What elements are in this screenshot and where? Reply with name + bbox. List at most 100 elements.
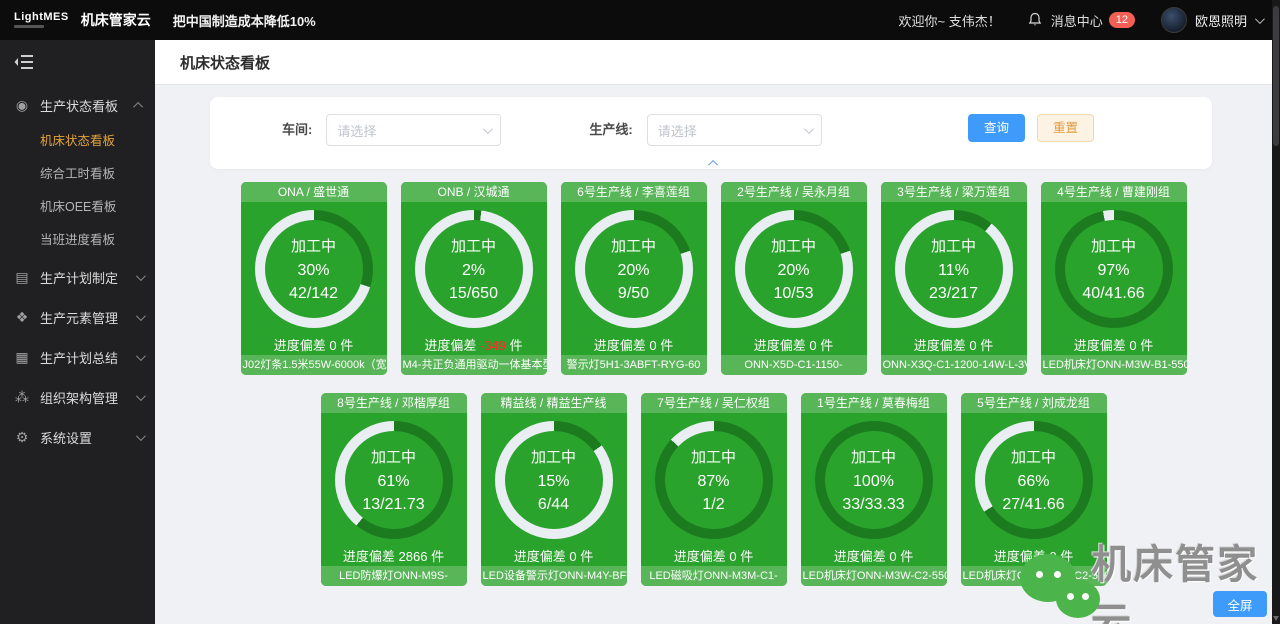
percent-text: 20% bbox=[777, 262, 809, 280]
ratio-text: 23/217 bbox=[929, 285, 978, 303]
sidebar-item-shift-progress-board[interactable]: 当班进度看板 bbox=[0, 224, 155, 257]
ring-center: 加工中 20% 10/53 bbox=[745, 220, 843, 318]
device-name: M4-共正负通用驱动一体基本型灯 bbox=[401, 355, 547, 375]
progress-ring: 加工中 97% 40/41.66 bbox=[1055, 210, 1173, 328]
status-text: 加工中 bbox=[931, 235, 976, 256]
percent-text: 20% bbox=[617, 262, 649, 280]
machine-card: 5号生产线 / 刘成龙组 加工中 66% 27/41.66 进度偏差 0 件 L… bbox=[961, 393, 1107, 586]
workshop-select[interactable]: 请选择 bbox=[326, 114, 501, 146]
percent-text: 87% bbox=[697, 473, 729, 491]
line-select[interactable]: 请选择 bbox=[647, 114, 822, 146]
status-text: 加工中 bbox=[451, 235, 496, 256]
ratio-text: 1/2 bbox=[702, 496, 724, 514]
sidebar-item-label: 生产计划总结 bbox=[40, 348, 118, 367]
card-line-title: 4号生产线 / 曹建刚组 bbox=[1041, 182, 1187, 202]
machine-card: 6号生产线 / 李喜莲组 加工中 20% 9/50 进度偏差 0 件 警示灯5H… bbox=[561, 182, 707, 375]
card-line-title: ONA / 盛世通 bbox=[241, 182, 387, 202]
sidebar-item-oee-board[interactable]: 机床OEE看板 bbox=[0, 191, 155, 224]
card-line-title: 8号生产线 / 邓楷厚组 bbox=[321, 393, 467, 413]
device-name: LED机床灯ONN-M3W-C2-550- bbox=[961, 566, 1107, 586]
deviation-line: 进度偏差 0 件 bbox=[561, 335, 707, 354]
scrollbar[interactable] bbox=[1272, 0, 1280, 624]
avatar[interactable] bbox=[1161, 7, 1187, 33]
chevron-down-icon bbox=[483, 124, 493, 134]
sidebar-item-label: 生产计划制定 bbox=[40, 268, 118, 287]
machine-card: ONA / 盛世通 加工中 30% 42/142 进度偏差 0 件 J02灯条1… bbox=[241, 182, 387, 375]
deviation-line: 进度偏差 2866 件 bbox=[321, 546, 467, 565]
line-label: 生产线: bbox=[589, 114, 632, 146]
percent-text: 15% bbox=[537, 473, 569, 491]
card-line-title: 2号生产线 / 吴永月组 bbox=[721, 182, 867, 202]
deviation-prefix: 进度偏差 bbox=[754, 338, 810, 353]
chevron-down-icon bbox=[136, 391, 146, 401]
report-icon: ▦ bbox=[14, 349, 30, 365]
sidebar-item-org-structure[interactable]: ⁂ 组织架构管理 bbox=[0, 377, 155, 417]
machine-card: 7号生产线 / 吴仁权组 加工中 87% 1/2 进度偏差 0 件 LED磁吸灯… bbox=[641, 393, 787, 586]
card-line-title: 3号生产线 / 梁万莲组 bbox=[881, 182, 1027, 202]
sidebar-item-system-settings[interactable]: ⚙ 系统设置 bbox=[0, 417, 155, 457]
sidebar-item-label: 生产元素管理 bbox=[40, 308, 118, 327]
ratio-text: 6/44 bbox=[538, 496, 569, 514]
status-text: 加工中 bbox=[771, 235, 816, 256]
ratio-text: 27/41.66 bbox=[1002, 496, 1064, 514]
scrollbar-thumb[interactable] bbox=[1273, 6, 1279, 146]
percent-text: 66% bbox=[1017, 473, 1049, 491]
chevron-down-icon[interactable] bbox=[1255, 14, 1265, 24]
sidebar-item-work-hours-board[interactable]: 综合工时看板 bbox=[0, 158, 155, 191]
status-text: 加工中 bbox=[371, 446, 416, 467]
collapse-filter-icon[interactable] bbox=[708, 160, 718, 170]
card-line-title: 精益线 / 精益生产线 bbox=[481, 393, 627, 413]
sidebar-item-production-status-board[interactable]: ◉ 生产状态看板 bbox=[0, 85, 155, 125]
machine-card: 8号生产线 / 邓楷厚组 加工中 61% 13/21.73 进度偏差 2866 … bbox=[321, 393, 467, 586]
deviation-unit: 件 bbox=[506, 338, 523, 353]
logo-subline bbox=[14, 25, 44, 28]
message-center-link[interactable]: 消息中心 bbox=[1051, 11, 1103, 30]
deviation-prefix: 进度偏差 bbox=[514, 549, 570, 564]
deviation-unit: 件 bbox=[577, 549, 594, 564]
status-text: 加工中 bbox=[531, 446, 576, 467]
card-line-title: 5号生产线 / 刘成龙组 bbox=[961, 393, 1107, 413]
deviation-value: 0 bbox=[569, 549, 576, 564]
percent-text: 30% bbox=[297, 262, 329, 280]
progress-ring: 加工中 2% 15/650 bbox=[415, 210, 533, 328]
sidebar-item-label: 组织架构管理 bbox=[40, 388, 118, 407]
deviation-prefix: 进度偏差 bbox=[343, 549, 399, 564]
sidebar-item-label: 生产状态看板 bbox=[40, 96, 118, 115]
bell-icon[interactable] bbox=[1027, 12, 1043, 28]
deviation-unit: 件 bbox=[1137, 338, 1154, 353]
sidebar-item-production-summary[interactable]: ▦ 生产计划总结 bbox=[0, 337, 155, 377]
device-name: ONN-X5D-C1-1150- bbox=[721, 355, 867, 375]
percent-text: 97% bbox=[1097, 262, 1129, 280]
deviation-value: 2866 bbox=[399, 549, 428, 564]
deviation-unit: 件 bbox=[737, 549, 754, 564]
device-name: J02灯条1.5米55W-6000k（宽灯 bbox=[241, 355, 387, 375]
deviation-line: 进度偏差 0 件 bbox=[1041, 335, 1187, 354]
page-title: 机床状态看板 bbox=[180, 52, 270, 73]
deviation-unit: 件 bbox=[427, 549, 444, 564]
scrollbar-down-arrow[interactable] bbox=[1273, 616, 1279, 621]
card-line-title: 1号生产线 / 莫春梅组 bbox=[801, 393, 947, 413]
workshop-label: 车间: bbox=[282, 114, 312, 146]
search-button[interactable]: 查询 bbox=[968, 114, 1025, 142]
progress-ring: 加工中 20% 10/53 bbox=[735, 210, 853, 328]
progress-ring: 加工中 20% 9/50 bbox=[575, 210, 693, 328]
progress-ring: 加工中 61% 13/21.73 bbox=[335, 421, 453, 539]
sidebar-item-production-elements[interactable]: ❖ 生产元素管理 bbox=[0, 297, 155, 337]
reset-button[interactable]: 重置 bbox=[1037, 114, 1094, 142]
deviation-line: 进度偏差 0 件 bbox=[961, 546, 1107, 565]
status-text: 加工中 bbox=[691, 446, 736, 467]
deviation-prefix: 进度偏差 bbox=[834, 549, 890, 564]
sidebar-item-production-planning[interactable]: ▤ 生产计划制定 bbox=[0, 257, 155, 297]
progress-ring: 加工中 87% 1/2 bbox=[655, 421, 773, 539]
ring-center: 加工中 15% 6/44 bbox=[505, 431, 603, 529]
ratio-text: 42/142 bbox=[289, 285, 338, 303]
chevron-up-icon bbox=[133, 101, 143, 111]
deviation-prefix: 进度偏差 bbox=[424, 338, 480, 353]
ring-center: 加工中 100% 33/33.33 bbox=[825, 431, 923, 529]
progress-ring: 加工中 66% 27/41.66 bbox=[975, 421, 1093, 539]
sidebar-item-machine-status-board[interactable]: 机床状态看板 bbox=[0, 125, 155, 158]
company-name[interactable]: 欧恩照明 bbox=[1195, 11, 1247, 30]
deviation-value: 0 bbox=[809, 338, 816, 353]
collapse-sidebar-icon[interactable] bbox=[14, 54, 34, 70]
fullscreen-button[interactable]: 全屏 bbox=[1213, 591, 1267, 617]
